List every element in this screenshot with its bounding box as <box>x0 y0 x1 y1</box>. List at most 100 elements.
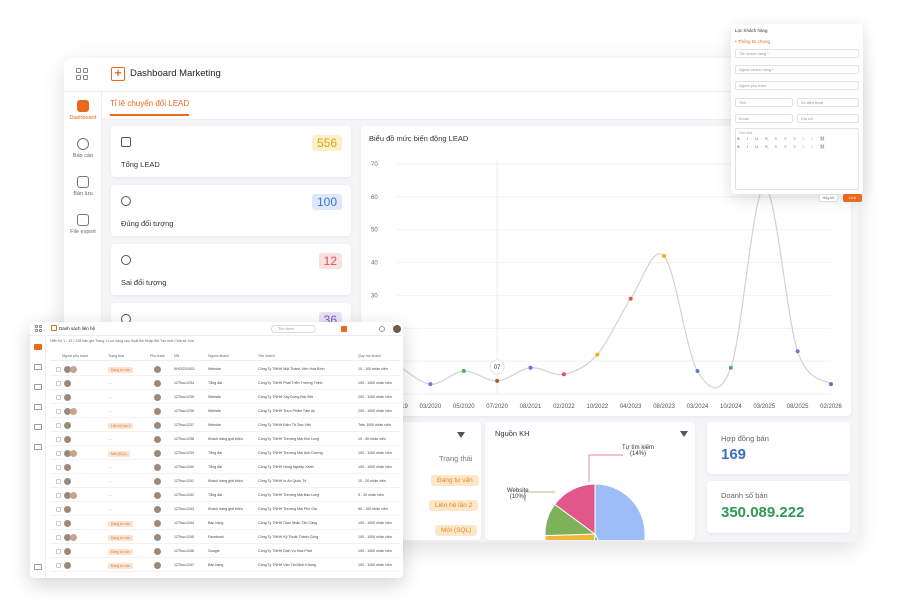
y-tick-label: 60 <box>371 195 378 201</box>
row-name[interactable]: Công Ty TNHH Giao Nhận Tân Cảng <box>258 521 354 525</box>
row-name[interactable]: Công Ty TNHH Một Thành Viên Hoà Bình <box>258 367 354 371</box>
table-row[interactable]: — 12Thuc1242 Tổng đài Công Ty TNHH Thương M… <box>50 490 400 502</box>
row-checkbox[interactable] <box>56 493 61 498</box>
avatar <box>70 492 77 499</box>
row-name[interactable]: Công Ty TNHH Xây Dựng Đại Việt <box>258 395 354 399</box>
table-row[interactable]: — 12Thuc1243 Khách hàng giới thiệu Công Ty … <box>50 504 400 516</box>
data-point[interactable] <box>561 372 566 377</box>
data-point[interactable] <box>662 254 667 258</box>
row-checkbox[interactable] <box>56 451 61 456</box>
logout-icon[interactable] <box>34 564 42 570</box>
row-checkbox[interactable] <box>56 535 61 540</box>
table-row[interactable]: Liên hệ lần 2 12Thuc1237 Website Công Ty TN… <box>50 420 400 432</box>
sidebar-item-dashboard[interactable]: Dashboard <box>64 100 102 121</box>
table-row[interactable]: Đang tư vấn 12Thuc1246 Google Công Ty TNHH … <box>50 546 400 558</box>
row-name[interactable]: Công Ty TNHH Vận Tải Minh Khang <box>258 563 354 567</box>
row-checkbox[interactable] <box>56 507 61 512</box>
phone-field[interactable]: Số điện thoại <box>797 98 859 107</box>
column-code[interactable]: Mã <box>174 354 179 358</box>
column-assignee[interactable]: Phụ trách <box>150 354 165 358</box>
row-checkbox[interactable] <box>56 521 61 526</box>
row-checkbox[interactable] <box>56 423 61 428</box>
data-point[interactable] <box>728 365 733 370</box>
dashboard-icon[interactable] <box>34 344 42 350</box>
data-point[interactable] <box>495 378 500 383</box>
pie-slice[interactable] <box>594 483 646 540</box>
table-row[interactable]: — 12Thuc1236 Website Công Ty TNHH Thực Phẩm… <box>50 406 400 418</box>
marketing-icon[interactable] <box>34 424 42 430</box>
row-checkbox[interactable] <box>56 563 61 568</box>
orders-icon[interactable] <box>34 404 42 410</box>
row-checkbox[interactable] <box>56 367 61 372</box>
row-checkbox[interactable] <box>56 465 61 470</box>
data-point[interactable] <box>595 352 600 357</box>
data-point[interactable] <box>695 369 700 373</box>
data-point[interactable] <box>795 349 800 354</box>
row-name[interactable]: Công Ty TNHH In Ấn Quốc Tế <box>258 479 354 483</box>
sidebar-item-saved[interactable]: Bản lưu <box>64 176 102 197</box>
data-point[interactable] <box>829 382 833 387</box>
email-field[interactable]: Email <box>735 114 793 123</box>
apps-grid-icon[interactable] <box>76 68 88 80</box>
row-name[interactable]: Công Ty TNHH Dịch Vụ Hoà Phát <box>258 549 354 553</box>
province-field[interactable]: Tỉnh <box>735 98 793 107</box>
editor-toolbar[interactable]: B I U S ≡ ≡ ≡ ⁝ ⁝ ⛓ <box>737 136 828 141</box>
row-checkbox[interactable] <box>56 549 61 554</box>
column-scale[interactable]: Quy mô khách <box>358 354 381 358</box>
table-row[interactable]: Đang tư vấn 12Thuc1244 Bán hàng Công Ty TNH… <box>50 518 400 530</box>
avatar[interactable] <box>393 325 401 333</box>
apps-grid-icon[interactable] <box>35 325 42 332</box>
data-point[interactable] <box>461 369 466 373</box>
table-row[interactable]: — 12Thuc1238 Khách hàng giới thiệu Công Ty … <box>50 434 400 446</box>
form-cancel-button[interactable]: Hủy bỏ <box>819 194 838 202</box>
alert-icon[interactable] <box>341 326 347 332</box>
row-name[interactable]: Công Ty TNHH Phát Triển Trường Thịnh <box>258 381 354 385</box>
address-field[interactable]: Địa chỉ <box>797 114 859 123</box>
list-toolbar[interactable]: Hiển thị 1 - 15 / 128 bản ghi Trang 1 Lọ… <box>50 339 400 347</box>
data-point[interactable] <box>428 382 433 387</box>
editor-toolbar-2[interactable]: B I U S ≡ ≡ ≡ ⁝ ⁝ ⛓ <box>737 144 828 149</box>
bell-icon[interactable] <box>379 326 385 332</box>
row-name[interactable]: Công Ty TNHH Kỹ Thuật Thành Công <box>258 535 354 539</box>
table-row[interactable]: Đang tư vấn 12Thuc1247 Bán hàng Công Ty TNH… <box>50 560 400 572</box>
form-header: Lọc Khách hàng <box>735 28 768 33</box>
owner-field[interactable]: Người phụ trách <box>735 81 859 90</box>
sales-icon[interactable] <box>34 384 42 390</box>
row-name[interactable]: Công Ty TNHH Thương Mại Phú Gia <box>258 507 354 511</box>
data-point[interactable] <box>628 296 633 301</box>
column-status[interactable]: Trạng thái <box>108 354 124 358</box>
customer-name-field[interactable]: Tên khách hàng * <box>735 49 859 58</box>
row-checkbox[interactable] <box>56 479 61 484</box>
column-owner[interactable]: Người phụ trách <box>62 354 88 358</box>
filter-icon[interactable] <box>457 432 465 440</box>
row-name[interactable]: Công Ty TNHH Thương Mại Bảo Long <box>258 493 354 497</box>
table-row[interactable]: — 12Thuc1234 Tổng đài Công Ty TNHH Phát Tri… <box>50 378 400 390</box>
stat-value: 12 <box>318 253 342 269</box>
customer-source-field[interactable]: Nguồn khách hàng * <box>735 65 859 74</box>
row-name[interactable]: Công Ty TNHH Nông Nghiệp Xanh <box>258 465 354 469</box>
list-search-input[interactable]: Tìm kiếm <box>271 325 316 333</box>
row-name[interactable]: Công Ty TNHH Điện Tử Sao Việt <box>258 423 354 427</box>
table-row[interactable]: — 12Thuc1240 Tổng đài Công Ty TNHH Nông Ngh… <box>50 462 400 474</box>
row-checkbox[interactable] <box>56 437 61 442</box>
row-checkbox[interactable] <box>56 381 61 386</box>
table-row[interactable]: — 12Thuc1241 Khách hàng giới thiệu Công Ty … <box>50 476 400 488</box>
row-checkbox[interactable] <box>56 409 61 414</box>
row-name[interactable]: Công Ty TNHH Thực Phẩm Tâm An <box>258 409 354 413</box>
form-save-button[interactable]: Lưu <box>843 194 862 202</box>
table-row[interactable]: — 12Thuc1235 Website Công Ty TNHH Xây Dựng … <box>50 392 400 404</box>
contacts-icon[interactable] <box>34 364 42 370</box>
row-name[interactable]: Công Ty TNHH Thương Mại Ánh Dương <box>258 451 354 455</box>
column-source[interactable]: Nguồn khách <box>208 354 229 358</box>
settings-icon[interactable] <box>34 444 42 450</box>
column-name[interactable]: Tên khách <box>258 354 275 358</box>
tab-conversion-rate[interactable]: Tỉ lệ chuyển đổi LEAD <box>110 99 190 116</box>
table-row[interactable]: Đang tư vấn KH20231001 Website Công Ty TNHH… <box>50 364 400 376</box>
table-row[interactable]: Đang tư vấn 12Thuc1245 Facebook Công Ty TNH… <box>50 532 400 544</box>
sidebar-item-reports[interactable]: Báo cáo <box>64 138 102 159</box>
data-point[interactable] <box>528 365 533 370</box>
sidebar-item-export[interactable]: File export <box>64 214 102 235</box>
row-checkbox[interactable] <box>56 395 61 400</box>
table-row[interactable]: Mới (SQL) 12Thuc1239 Tổng đài Công Ty TNHH … <box>50 448 400 460</box>
row-name[interactable]: Công Ty TNHH Thương Mại Kim Long <box>258 437 354 441</box>
